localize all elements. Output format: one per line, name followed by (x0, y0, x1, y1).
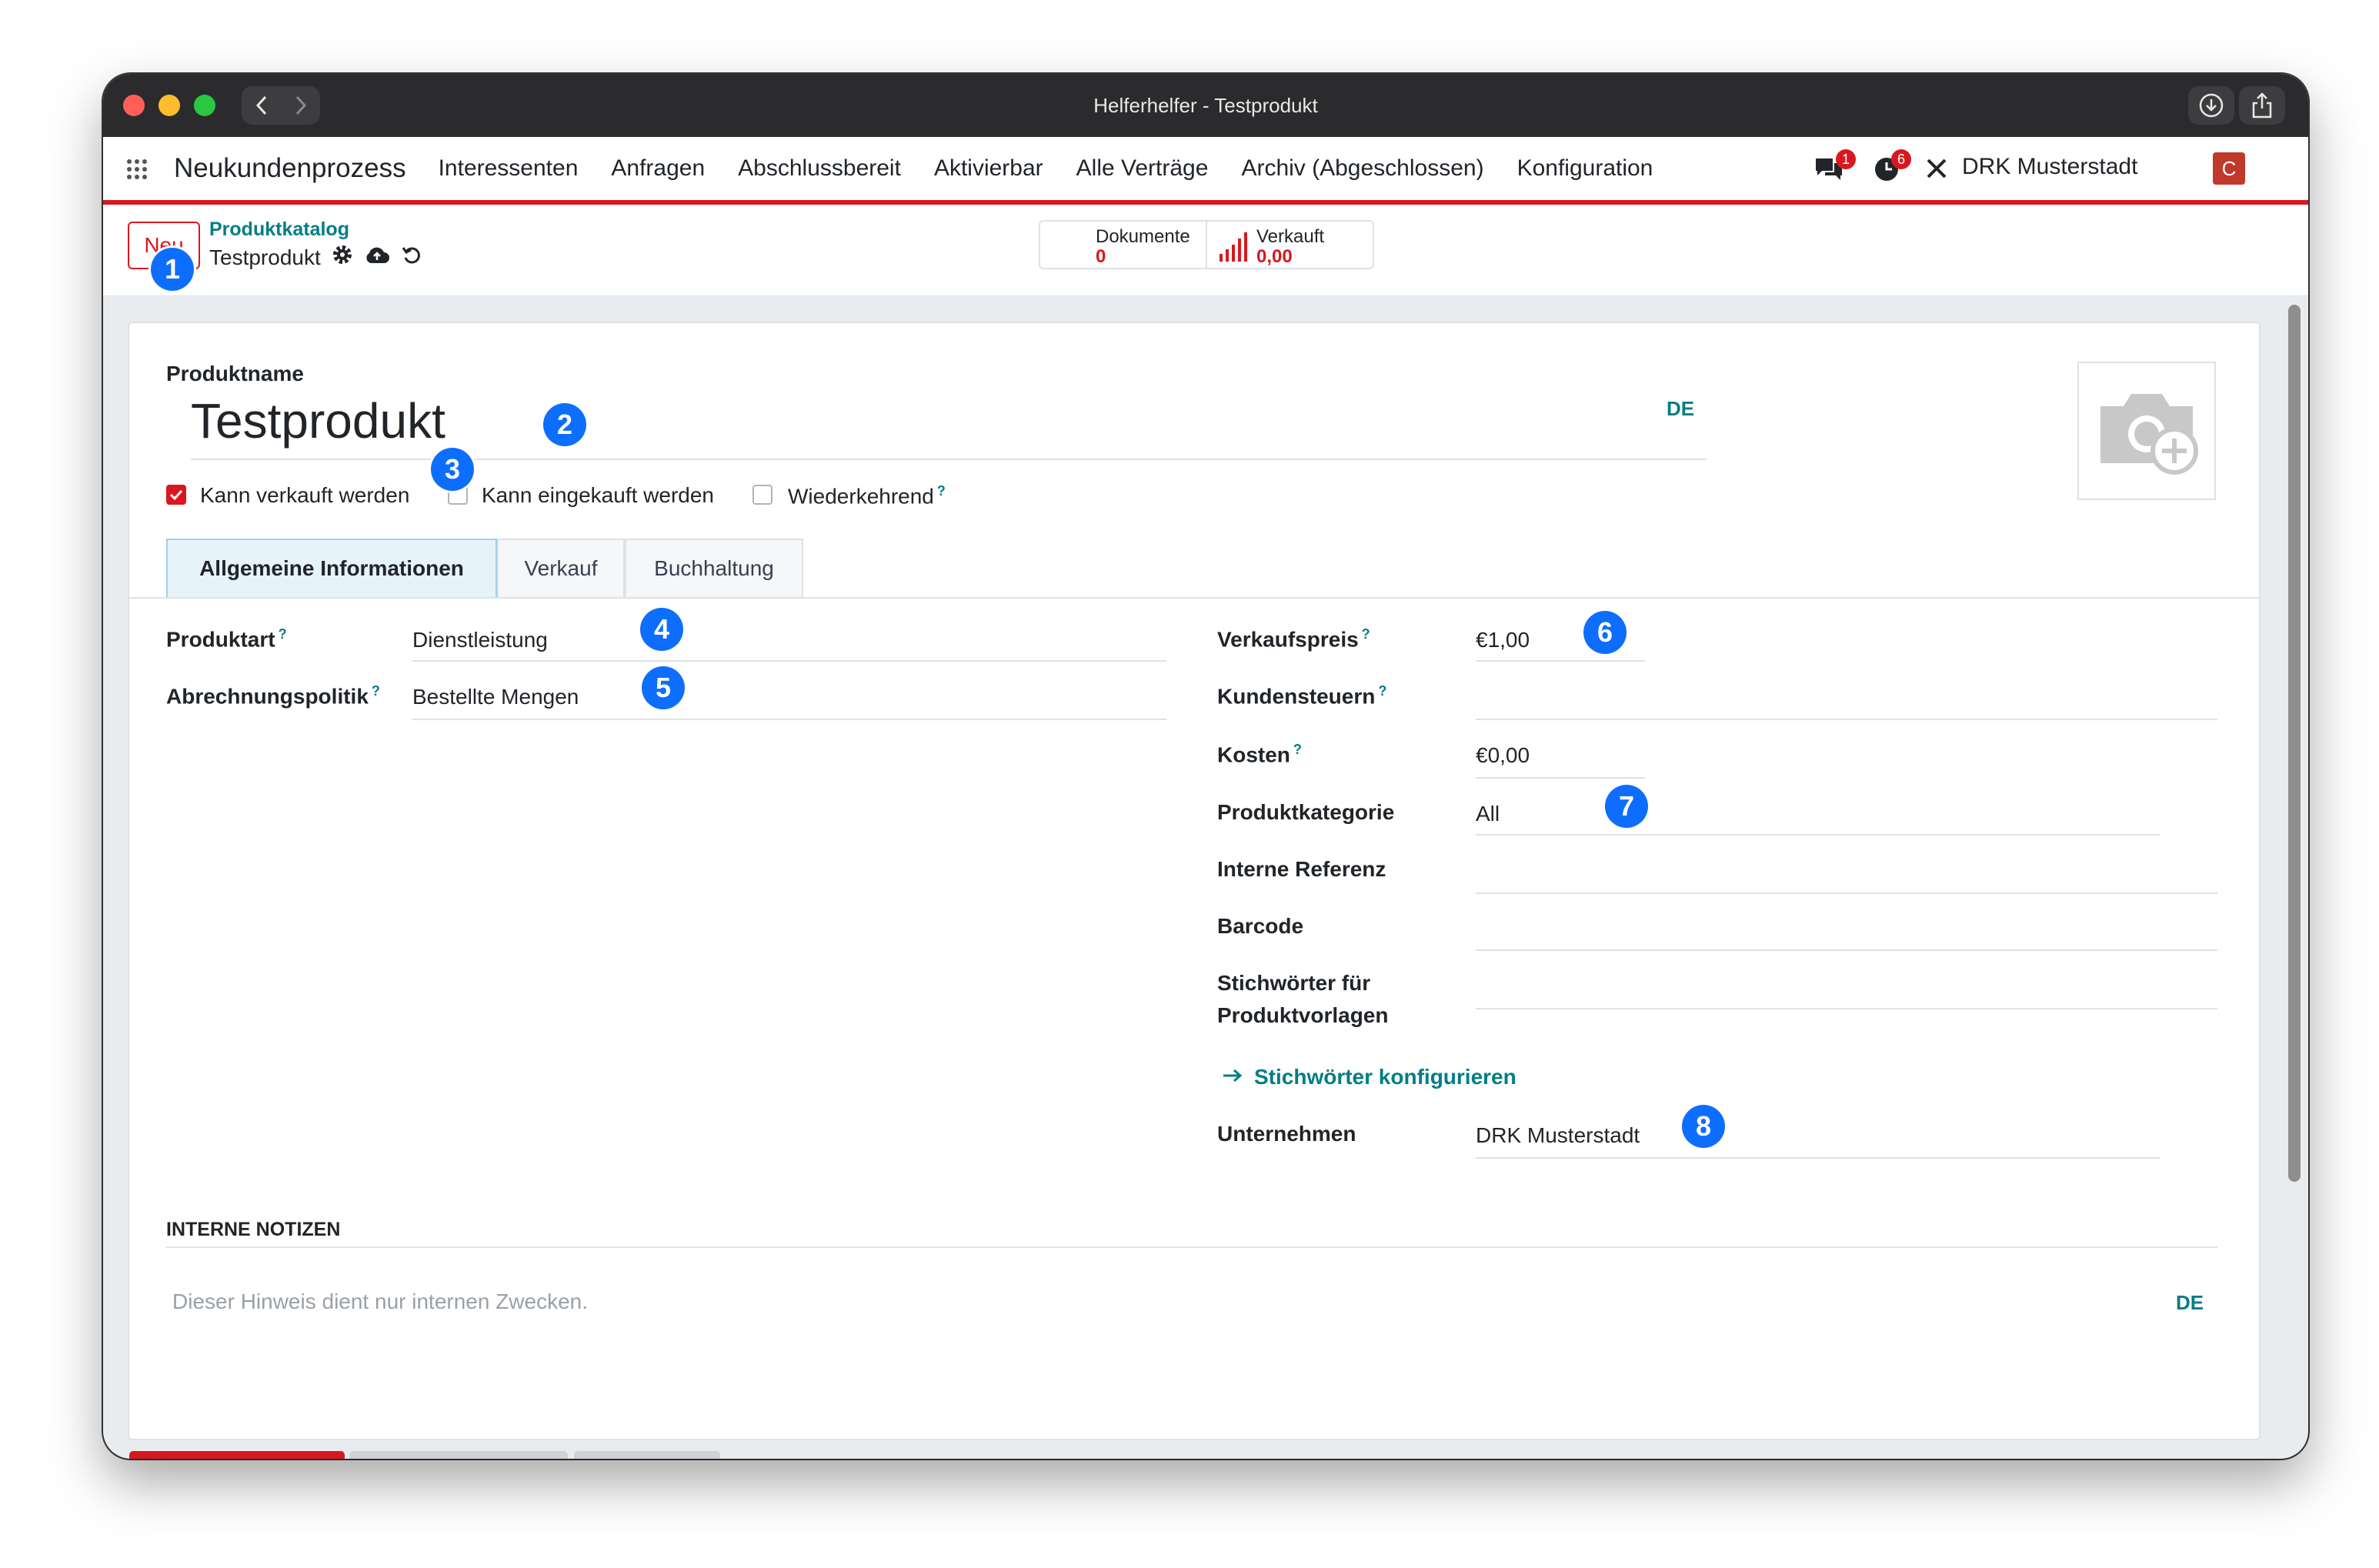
menu-abschlussbereit[interactable]: Abschlussbereit (738, 155, 901, 182)
product-name-label: Produktname (166, 362, 304, 385)
help-icon[interactable]: ? (937, 483, 946, 499)
window-title: Helferhelfer - Testprodukt (1093, 94, 1318, 117)
download-icon[interactable] (2188, 86, 2234, 125)
app-navbar: Neukundenprozess Interessenten Anfragen … (103, 137, 2308, 205)
help-icon[interactable]: ? (1362, 626, 1370, 642)
tab-sales[interactable]: Verkauf (497, 539, 625, 599)
documents-count: 0 (1096, 246, 1106, 267)
help-icon[interactable]: ? (1378, 683, 1386, 699)
discard-icon[interactable] (401, 244, 422, 271)
bottom-tab[interactable] (349, 1451, 568, 1459)
internal-notes-editor[interactable]: Dieser Hinweis dient nur internen Zwecke… (172, 1289, 588, 1314)
help-icon[interactable]: ? (279, 626, 287, 642)
share-icon[interactable] (2239, 86, 2285, 125)
sales-smart-button[interactable]: Verkauft 0,00 (1207, 222, 1373, 268)
marker-2: 2 (543, 403, 586, 446)
main-menu: Neukundenprozess Interessenten Anfragen … (174, 137, 1686, 200)
can-be-sold-checkbox[interactable] (166, 485, 186, 505)
internal-notes-title: INTERNE NOTIZEN (166, 1219, 341, 1240)
product-name-input[interactable]: Testprodukt (191, 392, 445, 449)
configure-tags-link[interactable]: Stichwörter konfigurieren (1222, 1065, 1516, 1089)
menu-archiv[interactable]: Archiv (Abgeschlossen) (1241, 155, 1483, 182)
marker-1: 1 (151, 248, 194, 291)
arrow-right-icon (1222, 1068, 1243, 1087)
bottom-tab-active[interactable] (129, 1451, 345, 1459)
product-category-label: Produktkategorie (1217, 800, 1395, 824)
documents-label: Dokumente (1096, 226, 1190, 247)
camera-add-icon (2093, 383, 2200, 479)
page-scrollbar[interactable] (2288, 305, 2301, 1182)
marker-3: 3 (431, 448, 474, 491)
breadcrumb-parent[interactable]: Produktkatalog (209, 219, 422, 241)
product-type-field[interactable]: Dienstleistung (412, 628, 548, 652)
barcode-label: Barcode (1217, 914, 1304, 938)
customer-taxes-label: Kundensteuern? (1217, 683, 1387, 709)
marker-5: 5 (642, 666, 685, 709)
company-field[interactable]: DRK Musterstadt (1476, 1123, 1640, 1148)
bottom-tab[interactable] (574, 1451, 720, 1459)
invoice-policy-label: Abrechnungspolitik? (166, 683, 380, 709)
language-button[interactable]: DE (1667, 397, 1694, 421)
recurring-label: Wiederkehrend? (788, 483, 946, 509)
recurring-checkbox[interactable] (752, 485, 772, 505)
menu-anfragen[interactable]: Anfragen (611, 155, 705, 182)
cloud-save-icon[interactable] (364, 245, 390, 270)
app-brand[interactable]: Neukundenprozess (174, 153, 406, 184)
template-tags-label-line2: Produktvorlagen (1217, 1003, 1389, 1027)
menu-alle-vertraege[interactable]: Alle Verträge (1076, 155, 1209, 182)
tab-general-info[interactable]: Allgemeine Informationen (166, 539, 497, 599)
can-be-sold-label: Kann verkauft werden (200, 483, 410, 507)
marker-7: 7 (1605, 785, 1648, 828)
tab-accounting[interactable]: Buchhaltung (625, 539, 803, 599)
marker-8: 8 (1682, 1105, 1725, 1148)
messages-badge: 1 (1836, 149, 1856, 169)
product-category-field[interactable]: All (1476, 802, 1500, 826)
template-tags-label: Stichwörter für (1217, 971, 1371, 995)
marker-4: 4 (640, 608, 683, 651)
help-icon[interactable]: ? (1293, 742, 1302, 757)
company-label: Unternehmen (1217, 1122, 1356, 1146)
sales-price-field[interactable]: €1,00 (1476, 628, 1530, 652)
control-panel: Neu Produktkatalog Testprodukt Dokumente… (103, 205, 2308, 296)
apps-grid-icon[interactable] (126, 158, 148, 184)
sales-label: Verkauft (1256, 226, 1325, 247)
chart-bars-icon (1218, 229, 1253, 267)
company-switcher[interactable]: DRK Musterstadt (1962, 154, 2137, 180)
debug-tools-icon[interactable] (1925, 157, 1948, 184)
documents-smart-button[interactable]: Dokumente 0 (1040, 222, 1207, 268)
internal-reference-label: Interne Referenz (1217, 857, 1386, 881)
help-icon[interactable]: ? (372, 683, 380, 699)
breadcrumb-current: Testprodukt (209, 245, 321, 269)
product-image-upload[interactable] (2077, 362, 2216, 500)
form-sheet: Produktname Testprodukt DE Kann verkauft… (128, 248, 2261, 1440)
sales-value: 0,00 (1256, 246, 1293, 267)
menu-konfiguration[interactable]: Konfiguration (1517, 155, 1653, 182)
configure-tags-text: Stichwörter konfigurieren (1254, 1065, 1516, 1089)
activities-icon[interactable]: 6 (1873, 149, 1911, 183)
invoice-policy-field[interactable]: Bestellte Mengen (412, 685, 579, 709)
can-be-purchased-label: Kann eingekauft werden (482, 483, 714, 507)
breadcrumb: Produktkatalog Testprodukt (209, 219, 422, 271)
title-bar: Helferhelfer - Testprodukt (103, 74, 2308, 137)
menu-interessenten[interactable]: Interessenten (439, 155, 579, 182)
product-type-label: Produktart? (166, 626, 287, 652)
messages-icon[interactable]: 1 (1813, 149, 1856, 183)
sales-price-label: Verkaufspreis? (1217, 626, 1370, 652)
menu-aktivierbar[interactable]: Aktivierbar (934, 155, 1043, 182)
browser-window: Helferhelfer - Testprodukt Neukundenproz… (103, 74, 2308, 1459)
activities-badge: 6 (1891, 149, 1911, 169)
notes-language-button[interactable]: DE (2176, 1291, 2204, 1315)
gear-icon[interactable] (332, 244, 353, 271)
user-avatar[interactable]: C (2213, 152, 2245, 185)
smart-buttons: Dokumente 0 Verkauft 0,00 (1039, 220, 1374, 269)
marker-6: 6 (1583, 611, 1627, 654)
cost-field[interactable]: €0,00 (1476, 743, 1530, 768)
cost-label: Kosten? (1217, 742, 1302, 767)
